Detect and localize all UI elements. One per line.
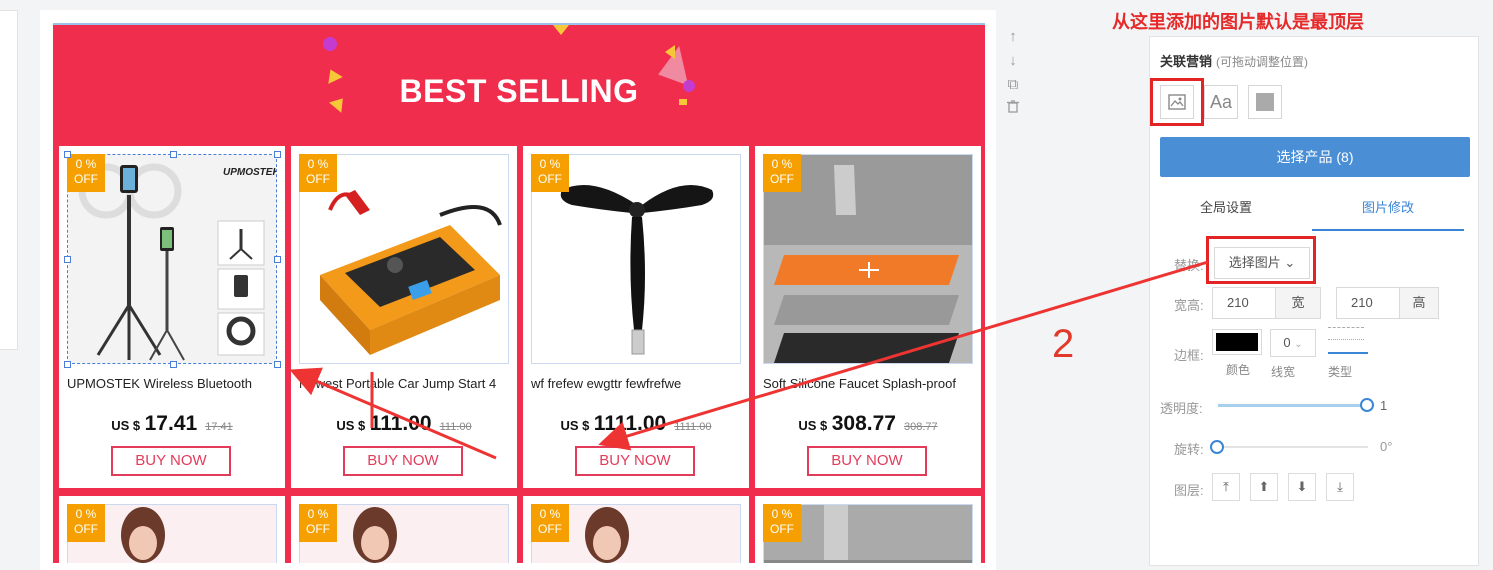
arrow-to-product <box>598 260 1209 451</box>
resize-handle[interactable] <box>274 361 281 368</box>
discount-badge: 0 % OFF <box>67 504 105 542</box>
resize-handle[interactable] <box>64 151 71 158</box>
discount-badge: 0 % OFF <box>531 154 569 192</box>
discount-badge: 0 % OFF <box>763 154 801 192</box>
resize-handle[interactable] <box>274 151 281 158</box>
resize-handle[interactable] <box>64 361 71 368</box>
discount-badge: 0 % OFF <box>299 504 337 542</box>
arrow-to-selected-image <box>289 367 497 460</box>
resize-handle[interactable] <box>64 256 71 263</box>
annotation-arrows <box>289 260 1209 460</box>
resize-handle[interactable] <box>170 361 177 368</box>
resize-handle[interactable] <box>170 151 177 158</box>
resize-handle[interactable] <box>274 256 281 263</box>
discount-badge: 0 % OFF <box>67 154 105 192</box>
discount-badge: 0 % OFF <box>299 154 337 192</box>
discount-badge: 0 % OFF <box>531 504 569 542</box>
discount-badge: 0 % OFF <box>763 504 801 542</box>
